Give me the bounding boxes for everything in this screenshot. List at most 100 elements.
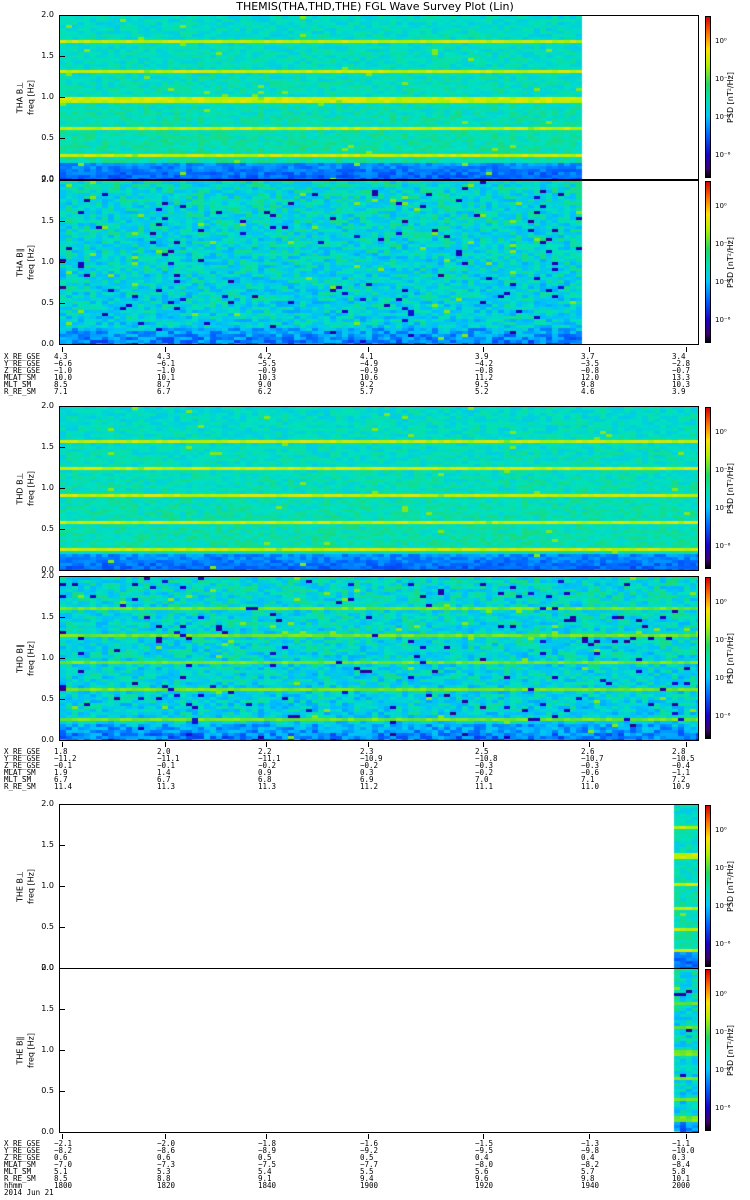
y-tick-label: 2.0 <box>41 571 54 580</box>
y-tick-label: 0.5 <box>41 298 54 307</box>
ephemeris-value: 10.9 <box>672 782 691 791</box>
colorbar-label: PSD [nT²/Hz] <box>725 462 735 514</box>
y-tick-mark <box>59 15 65 16</box>
y-tick-mark <box>59 886 65 887</box>
y-tick-mark <box>59 1050 65 1051</box>
colorbar-tick-label: 10⁻⁶ <box>715 712 731 720</box>
x-tick-mark <box>589 347 590 352</box>
page-title: THEMIS(THA,THD,THE) FGL Wave Survey Plot… <box>236 0 514 13</box>
y-tick-label: 0.0 <box>41 735 54 744</box>
y-tick-mark <box>59 804 65 805</box>
spectrogram-panel <box>59 406 699 571</box>
y-tick-mark <box>59 658 65 659</box>
x-tick-mark <box>483 347 484 352</box>
y-tick-mark <box>59 303 65 304</box>
spectrogram-panel <box>59 180 699 345</box>
ephemeris-value: 1840 <box>258 1181 277 1190</box>
y-tick-mark <box>59 56 65 57</box>
y-axis-unit-label: freq [Hz] <box>26 470 36 506</box>
colorbar-tick-label: 10⁻⁶ <box>715 542 731 550</box>
colorbar-tick-label: 10⁰ <box>715 428 727 436</box>
y-tick-mark <box>59 845 65 846</box>
ephemeris-row-label: R_RE_SM <box>4 387 36 396</box>
colorbar <box>705 181 711 343</box>
x-tick-mark <box>686 1134 687 1139</box>
ephemeris-value: 5.2 <box>475 387 489 396</box>
y-tick-mark <box>59 1009 65 1010</box>
x-tick-mark <box>266 742 267 747</box>
x-tick-mark <box>266 347 267 352</box>
y-tick-label: 1.5 <box>41 51 54 60</box>
y-tick-mark <box>59 576 65 577</box>
x-tick-mark <box>483 1134 484 1139</box>
colorbar-label: PSD [nT²/Hz] <box>725 632 735 684</box>
spectrogram-canvas <box>60 181 698 344</box>
x-tick-mark <box>686 347 687 352</box>
x-tick-mark <box>165 1134 166 1139</box>
y-tick-label: 1.5 <box>41 840 54 849</box>
spectrogram-panel <box>59 968 699 1133</box>
y-axis-unit-label: freq [Hz] <box>26 868 36 904</box>
colorbar-tick-label: 10⁻⁶ <box>715 151 731 159</box>
colorbar-tick-label: 10⁰ <box>715 826 727 834</box>
y-tick-mark <box>59 488 65 489</box>
ephemeris-value: 1800 <box>54 1181 73 1190</box>
colorbar-tick-label: 10⁻⁶ <box>715 940 731 948</box>
ephemeris-value: 6.7 <box>157 387 171 396</box>
y-tick-mark <box>59 699 65 700</box>
y-tick-mark <box>59 1091 65 1092</box>
y-tick-label: 0.5 <box>41 133 54 142</box>
x-tick-mark <box>589 1134 590 1139</box>
x-tick-mark <box>368 347 369 352</box>
y-tick-label: 0.5 <box>41 524 54 533</box>
x-tick-mark <box>62 1134 63 1139</box>
y-axis-label: THD B∥ <box>15 643 25 673</box>
colorbar <box>705 805 711 967</box>
y-tick-label: 0.5 <box>41 694 54 703</box>
y-tick-label: 2.0 <box>41 401 54 410</box>
spectrogram-canvas <box>60 16 698 179</box>
colorbar-tick-label: 10⁰ <box>715 202 727 210</box>
spectrogram-panel <box>59 804 699 969</box>
y-tick-mark <box>59 1132 65 1133</box>
colorbar-tick-label: 10⁰ <box>715 37 727 45</box>
colorbar-label: PSD [nT²/Hz] <box>725 860 735 912</box>
spectrogram-canvas <box>60 969 698 1132</box>
colorbar <box>705 577 711 739</box>
ephemeris-value: 5.7 <box>360 387 374 396</box>
y-tick-label: 0.0 <box>41 339 54 348</box>
y-tick-label: 1.5 <box>41 1004 54 1013</box>
ephemeris-value: 11.2 <box>360 782 379 791</box>
y-tick-label: 2.0 <box>41 10 54 19</box>
colorbar-tick-label: 10⁰ <box>715 598 727 606</box>
ephemeris-value: 1920 <box>475 1181 494 1190</box>
y-tick-label: 1.5 <box>41 216 54 225</box>
ephemeris-value: 1820 <box>157 1181 176 1190</box>
ephemeris-value: 4.6 <box>581 387 595 396</box>
y-axis-label: THD B⊥ <box>15 471 25 505</box>
x-tick-mark <box>165 742 166 747</box>
spectrogram-canvas <box>60 805 698 968</box>
colorbar <box>705 16 711 178</box>
y-tick-mark <box>59 927 65 928</box>
ephemeris-value: 11.3 <box>258 782 277 791</box>
colorbar-label: PSD [nT²/Hz] <box>725 236 735 288</box>
ephemeris-value: 7.1 <box>54 387 68 396</box>
y-axis-unit-label: freq [Hz] <box>26 79 36 115</box>
y-tick-label: 1.5 <box>41 442 54 451</box>
x-tick-mark <box>483 742 484 747</box>
colorbar-tick-label: 10⁻⁶ <box>715 316 731 324</box>
y-axis-label: THA B∥ <box>15 247 25 277</box>
y-tick-mark <box>59 180 65 181</box>
x-tick-mark <box>266 1134 267 1139</box>
y-tick-mark <box>59 968 65 969</box>
y-axis-unit-label: freq [Hz] <box>26 1032 36 1068</box>
ephemeris-value: 6.2 <box>258 387 272 396</box>
y-tick-mark <box>59 406 65 407</box>
y-tick-mark <box>59 570 65 571</box>
ephemeris-row-label: R_RE_SM <box>4 782 36 791</box>
spectrogram-panel <box>59 576 699 741</box>
y-tick-mark <box>59 529 65 530</box>
colorbar <box>705 969 711 1131</box>
x-tick-mark <box>62 347 63 352</box>
